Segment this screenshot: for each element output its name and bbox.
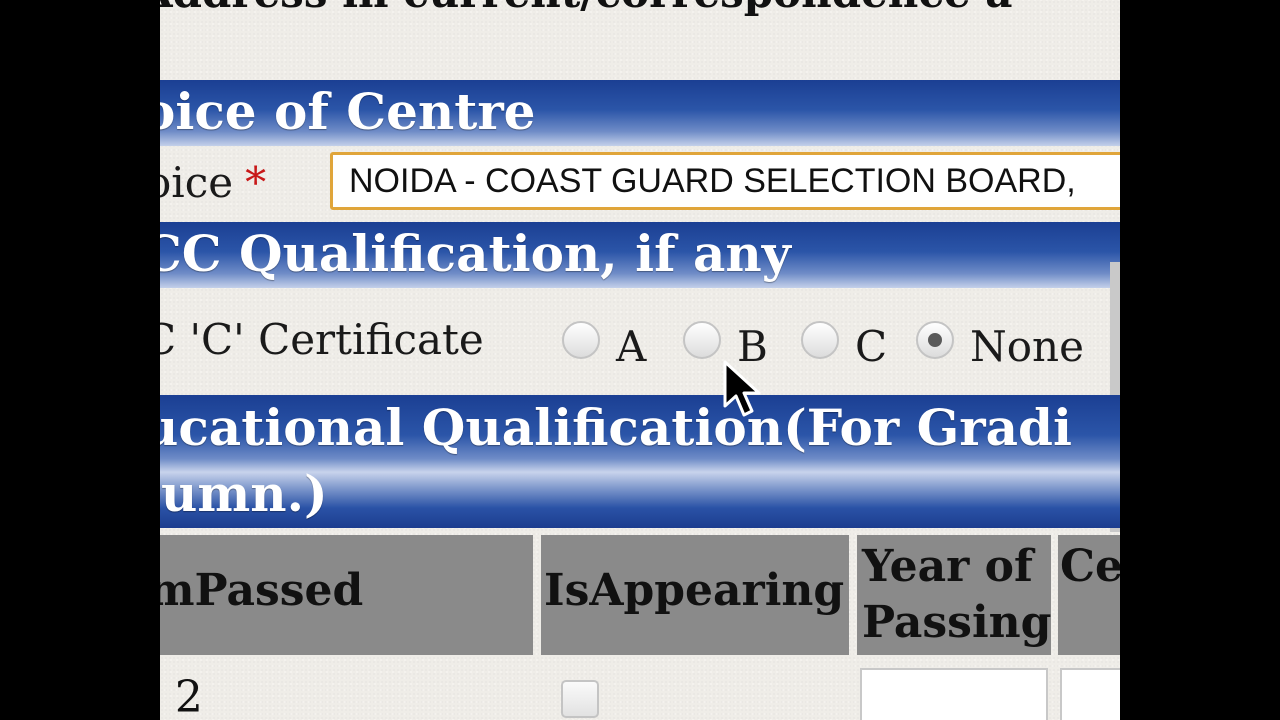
ncc-qualification-section-header: CC Qualification, if any bbox=[160, 222, 1120, 288]
column-header-year-of-passing: Year of Passing bbox=[857, 535, 1051, 655]
radio-circle-none[interactable] bbox=[916, 321, 954, 359]
ncc-certificate-label: C 'C' Certificate bbox=[160, 315, 484, 364]
column-header-text: Year of Passing bbox=[862, 541, 1051, 648]
column-header-text: mPassed bbox=[160, 565, 364, 616]
section-title-line2: lumn.) bbox=[160, 464, 328, 523]
radio-label-none: None bbox=[970, 322, 1084, 371]
section-title: ucational Qualification(For Gradi lumn.) bbox=[160, 395, 1072, 527]
choice-label-text: oice bbox=[160, 158, 234, 207]
section-title: oice of Centre bbox=[160, 82, 536, 141]
required-asterisk: * bbox=[245, 158, 267, 207]
column-header-text: IsAppearing bbox=[544, 565, 845, 616]
form-viewport: Address in current/correspondence a oice… bbox=[160, 0, 1120, 720]
radio-circle-a[interactable] bbox=[562, 321, 600, 359]
year-of-passing-input[interactable] bbox=[860, 668, 1048, 720]
is-appearing-checkbox[interactable] bbox=[561, 680, 599, 718]
radio-label-a: A bbox=[616, 322, 647, 371]
choice-label: oice* bbox=[160, 158, 266, 207]
radio-label-c: C bbox=[855, 322, 888, 371]
certificate-no-input[interactable] bbox=[1060, 668, 1120, 720]
radio-circle-c[interactable] bbox=[801, 321, 839, 359]
section-title-line1: ucational Qualification(For Gradi bbox=[160, 398, 1072, 457]
choice-of-centre-section-header: oice of Centre bbox=[160, 80, 1120, 146]
section-title: CC Qualification, if any bbox=[160, 224, 791, 283]
column-header-text: Ce No bbox=[1060, 541, 1120, 592]
column-header-certificate-no: Ce No bbox=[1058, 535, 1120, 655]
radio-label-b: B bbox=[737, 322, 768, 371]
radio-circle-b[interactable] bbox=[683, 321, 721, 359]
table-row-exam-cell: - 2 bbox=[160, 672, 203, 720]
educational-qualification-section-header: ucational Qualification(For Gradi lumn.) bbox=[160, 395, 1120, 528]
clipped-address-heading: Address in current/correspondence a bbox=[160, 0, 1012, 17]
centre-select[interactable]: NOIDA - COAST GUARD SELECTION BOARD, bbox=[330, 152, 1120, 210]
column-header-exam-passed: mPassed bbox=[160, 535, 533, 655]
column-header-is-appearing: IsAppearing bbox=[541, 535, 849, 655]
